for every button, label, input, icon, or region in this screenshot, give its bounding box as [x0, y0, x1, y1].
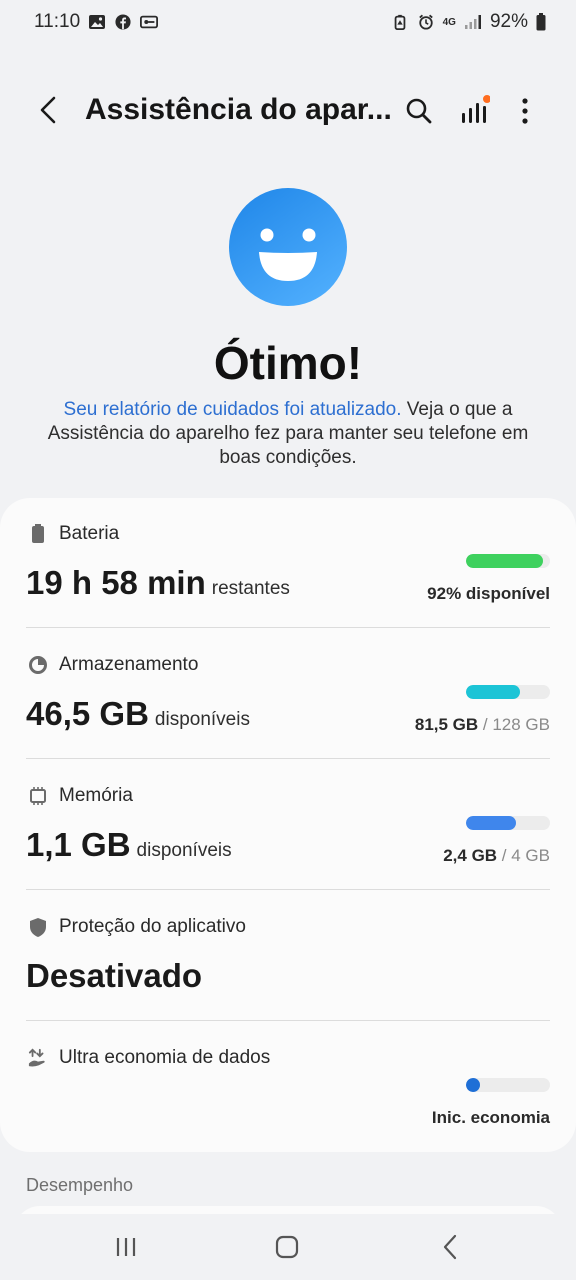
smiley-face-icon	[229, 188, 347, 306]
vpn-key-icon	[140, 15, 159, 29]
storage-label: Armazenamento	[59, 654, 199, 675]
signal-icon	[464, 15, 481, 29]
data-saver-meta: Inic. economia	[432, 1108, 550, 1128]
app-protection-status: Desativado	[26, 957, 203, 994]
memory-level-bar	[466, 816, 550, 830]
report-button[interactable]	[456, 92, 494, 130]
memory-unit: disponíveis	[136, 840, 232, 861]
divider	[26, 889, 550, 890]
search-button[interactable]	[400, 92, 438, 130]
recents-icon	[116, 1238, 136, 1256]
notification-dot	[483, 95, 490, 103]
divider	[26, 627, 550, 628]
memory-level-fill	[466, 816, 517, 830]
battery-percent: 92%	[489, 11, 528, 32]
app-protection-value: Desativado	[26, 957, 202, 995]
app-protection-label: Proteção do aplicativo	[59, 916, 246, 937]
battery-icon	[536, 13, 546, 31]
battery-saver-icon	[394, 14, 405, 30]
more-vert-icon	[522, 98, 528, 124]
battery-row[interactable]: Bateria 19 h 58 min restantes 92% disponí…	[0, 498, 576, 628]
signal-chart-icon	[462, 95, 490, 123]
back-arrow-icon	[40, 96, 56, 124]
more-options-button[interactable]	[506, 92, 544, 130]
gallery-icon	[89, 15, 106, 29]
battery-unit: restantes	[211, 578, 290, 599]
data-saver-label: Ultra economia de dados	[59, 1047, 271, 1068]
data-saver-bar	[466, 1078, 550, 1092]
back-button[interactable]	[30, 92, 66, 128]
storage-free: 46,5 GB	[26, 695, 149, 732]
data-saver-action: Inic. economia	[431, 1108, 550, 1127]
pie-chart-icon	[28, 655, 48, 675]
battery-meta: 92% disponível	[427, 584, 550, 604]
performance-section-title: Desempenho	[26, 1175, 134, 1195]
memory-value: 1,1 GB disponíveis	[26, 826, 232, 864]
battery-label: Bateria	[59, 523, 120, 544]
facebook-icon	[115, 14, 131, 30]
memory-total: / 4 GB	[497, 846, 550, 865]
nav-back-button[interactable]	[430, 1230, 470, 1264]
data-saver-icon	[28, 1048, 48, 1068]
back-icon	[443, 1234, 457, 1260]
storage-level-bar	[466, 685, 550, 699]
memory-free: 1,1 GB	[26, 826, 131, 863]
storage-level-fill	[466, 685, 520, 699]
status-heading: Ótimo!	[213, 337, 363, 389]
divider	[26, 758, 550, 759]
battery-level-fill	[466, 554, 544, 568]
shield-icon	[28, 917, 48, 937]
status-bar: 11:10 4G 92%	[0, 0, 576, 44]
storage-meta: 81,5 GB / 128 GB	[415, 715, 550, 735]
page-title: Assistência do apar...	[85, 93, 392, 126]
storage-value: 46,5 GB disponíveis	[26, 695, 250, 733]
data-saver-row[interactable]: Ultra economia de dados Inic. economia	[0, 1022, 576, 1152]
status-time: 11:10	[34, 11, 81, 32]
storage-row[interactable]: Armazenamento 46,5 GB disponíveis 81,5 GB…	[0, 629, 576, 759]
battery-value: 19 h 58 min restantes	[26, 564, 290, 602]
battery-icon	[28, 524, 48, 544]
storage-used: 81,5 GB	[414, 715, 479, 734]
navigation-bar	[0, 1214, 576, 1280]
search-icon	[406, 98, 432, 124]
battery-level-bar	[466, 554, 550, 568]
app-bar: Assistência do apar...	[0, 78, 576, 144]
alarm-icon	[418, 14, 433, 30]
report-link[interactable]: Seu relatório de cuidados foi atualizado…	[64, 399, 402, 420]
4g-data-icon: 4G	[442, 16, 456, 28]
memory-chip-icon	[28, 786, 48, 806]
device-status-card: Bateria 19 h 58 min restantes 92% disponí…	[0, 498, 576, 1152]
home-button[interactable]	[267, 1230, 307, 1264]
storage-total: / 128 GB	[478, 715, 550, 734]
data-saver-dot	[466, 1078, 480, 1092]
home-icon	[275, 1235, 299, 1259]
report-description: Seu relatório de cuidados foi atualizado…	[40, 398, 536, 470]
memory-row[interactable]: Memória 1,1 GB disponíveis 2,4 GB / 4 GB	[0, 760, 576, 890]
battery-time: 19 h 58 min	[26, 564, 206, 601]
recents-button[interactable]	[106, 1230, 146, 1264]
storage-unit: disponíveis	[154, 709, 250, 730]
battery-available: 92% disponível	[427, 584, 550, 603]
memory-meta: 2,4 GB / 4 GB	[443, 846, 550, 866]
app-protection-row[interactable]: Proteção do aplicativo Desativado	[0, 891, 576, 1021]
divider	[26, 1020, 550, 1021]
memory-label: Memória	[59, 785, 133, 806]
memory-used: 2,4 GB	[443, 846, 498, 865]
